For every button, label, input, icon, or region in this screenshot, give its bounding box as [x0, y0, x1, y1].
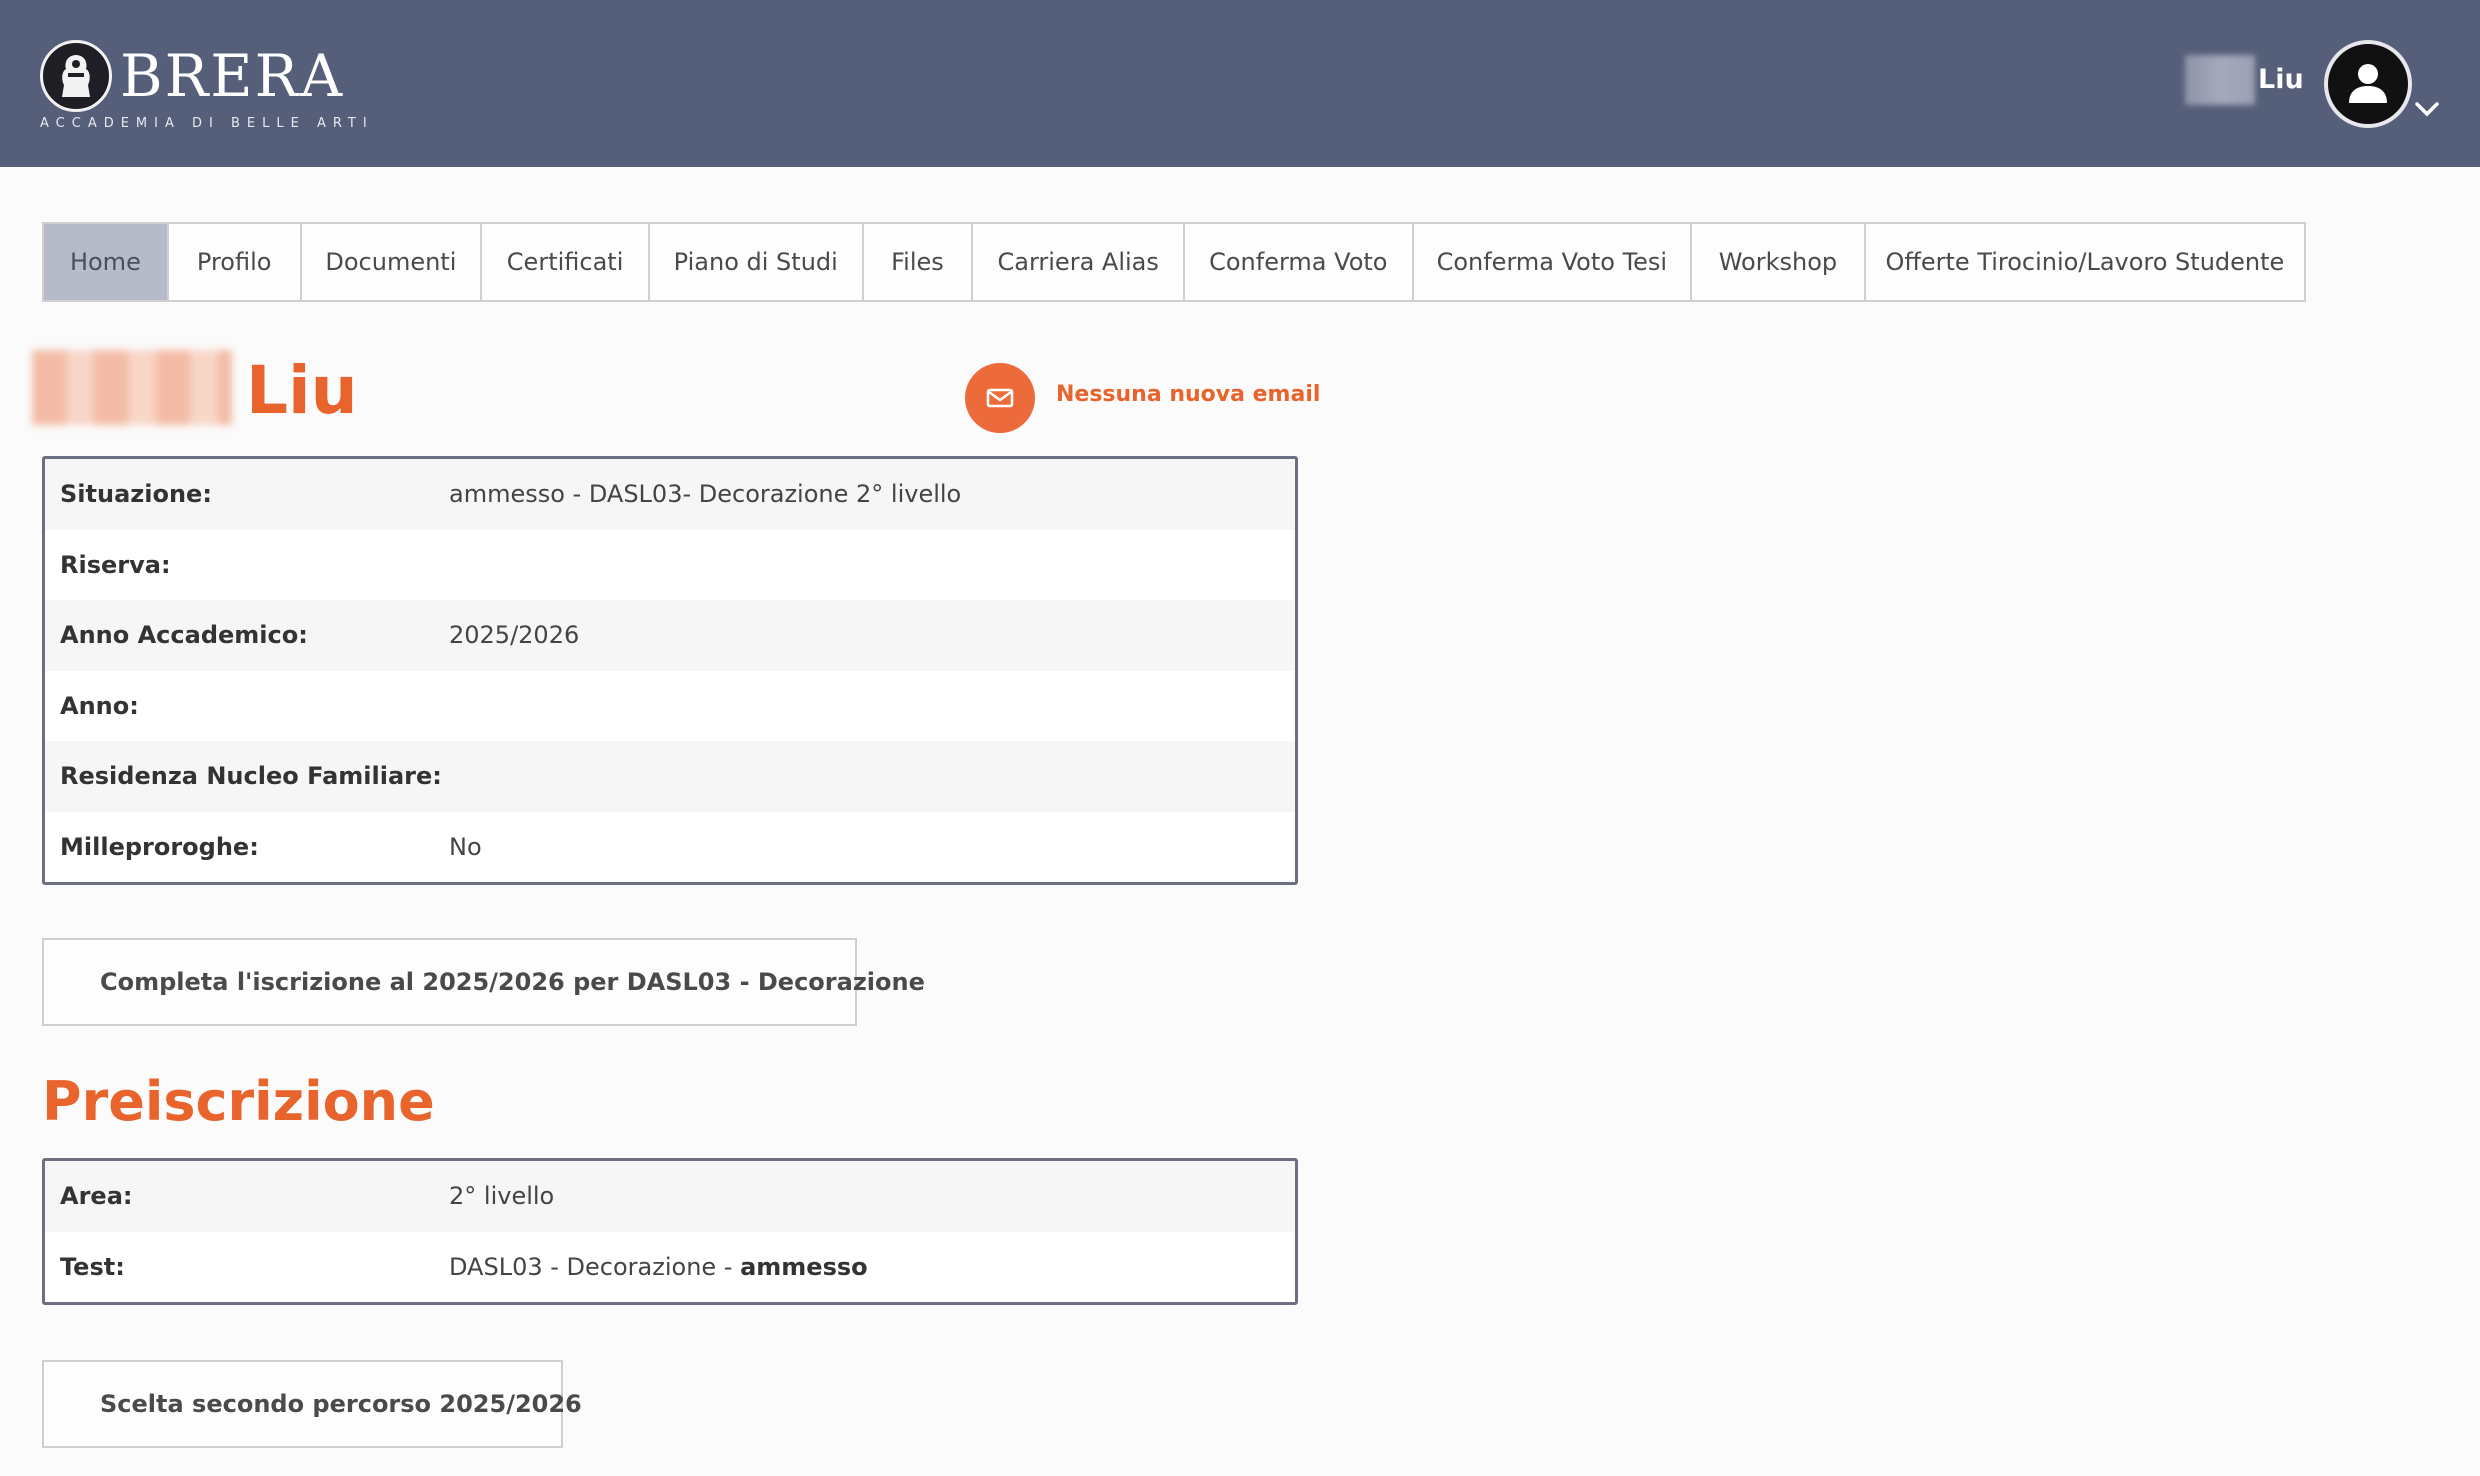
- tab-workshop[interactable]: Workshop: [1692, 224, 1866, 300]
- student-first-name-redacted: [32, 350, 232, 425]
- preiscrizione-title: Preiscrizione: [42, 1070, 435, 1133]
- row-value: No: [449, 832, 482, 861]
- row-label: Anno Accademico:: [60, 621, 308, 650]
- row-label: Riserva:: [60, 550, 171, 579]
- tab-piano-di-studi[interactable]: Piano di Studi: [650, 224, 864, 300]
- table-row: Anno Accademico: 2025/2026: [45, 600, 1295, 671]
- tab-offerte-tirocinio[interactable]: Offerte Tirocinio/Lavoro Studente: [1866, 224, 2304, 300]
- brand-subtitle: ACCADEMIA DI BELLE ARTI: [40, 116, 374, 131]
- email-icon[interactable]: [965, 363, 1035, 433]
- user-circle-icon[interactable]: [2324, 40, 2412, 128]
- row-value: 2025/2026: [449, 621, 580, 650]
- user-first-name-redacted: [2185, 55, 2255, 105]
- tab-documenti[interactable]: Documenti: [302, 224, 483, 300]
- row-label: Residenza Nucleo Familiare:: [60, 762, 442, 791]
- preiscrizione-table: Area: 2° livello Test: DASL03 - Decorazi…: [42, 1158, 1298, 1305]
- email-status-link[interactable]: Nessuna nuova email: [1056, 382, 1320, 407]
- table-row: Riserva:: [45, 530, 1295, 601]
- row-label: Milleproroghe:: [60, 832, 259, 861]
- row-value: ammesso - DASL03- Decorazione 2° livello: [449, 480, 962, 509]
- brand-name: BRERA: [120, 42, 345, 110]
- main-nav: Home Profilo Documenti Certificati Piano…: [42, 222, 2306, 302]
- tab-conferma-voto-tesi[interactable]: Conferma Voto Tesi: [1414, 224, 1693, 300]
- brera-logo[interactable]: BRERA ACCADEMIA DI BELLE ARTI: [40, 40, 374, 135]
- tab-conferma-voto[interactable]: Conferma Voto: [1185, 224, 1414, 300]
- row-label: Test:: [60, 1252, 125, 1281]
- tab-carriera-alias[interactable]: Carriera Alias: [973, 224, 1185, 300]
- complete-enrollment-button[interactable]: Completa l'iscrizione al 2025/2026 per D…: [42, 938, 925, 1026]
- tab-files[interactable]: Files: [864, 224, 974, 300]
- table-row: Situazione: ammesso - DASL03- Decorazion…: [45, 459, 1295, 530]
- top-header: BRERA ACCADEMIA DI BELLE ARTI Liu: [0, 0, 2480, 167]
- test-status: ammesso: [740, 1252, 868, 1281]
- tab-profilo[interactable]: Profilo: [169, 224, 302, 300]
- test-course: DASL03 - Decorazione -: [449, 1252, 741, 1281]
- second-path-button[interactable]: Scelta secondo percorso 2025/2026: [42, 1360, 582, 1448]
- table-row: Area: 2° livello: [45, 1161, 1295, 1232]
- table-row: Milleproroghe: No: [45, 812, 1295, 883]
- row-value: 2° livello: [449, 1182, 555, 1211]
- table-row: Test: DASL03 - Decorazione - ammesso: [45, 1232, 1295, 1303]
- tab-certificati[interactable]: Certificati: [482, 224, 650, 300]
- row-label: Situazione:: [60, 480, 212, 509]
- table-row: Anno:: [45, 671, 1295, 742]
- student-name-heading: Liu: [246, 352, 358, 429]
- row-value: DASL03 - Decorazione - ammesso: [449, 1253, 868, 1281]
- table-row: Residenza Nucleo Familiare:: [45, 741, 1295, 812]
- chevron-down-icon[interactable]: [2414, 100, 2440, 118]
- tab-home[interactable]: Home: [44, 224, 169, 300]
- user-name[interactable]: Liu: [2258, 64, 2304, 95]
- academy-emblem-icon: [40, 40, 112, 112]
- situation-table: Situazione: ammesso - DASL03- Decorazion…: [42, 456, 1298, 885]
- row-label: Anno:: [60, 691, 139, 720]
- row-label: Area:: [60, 1182, 133, 1211]
